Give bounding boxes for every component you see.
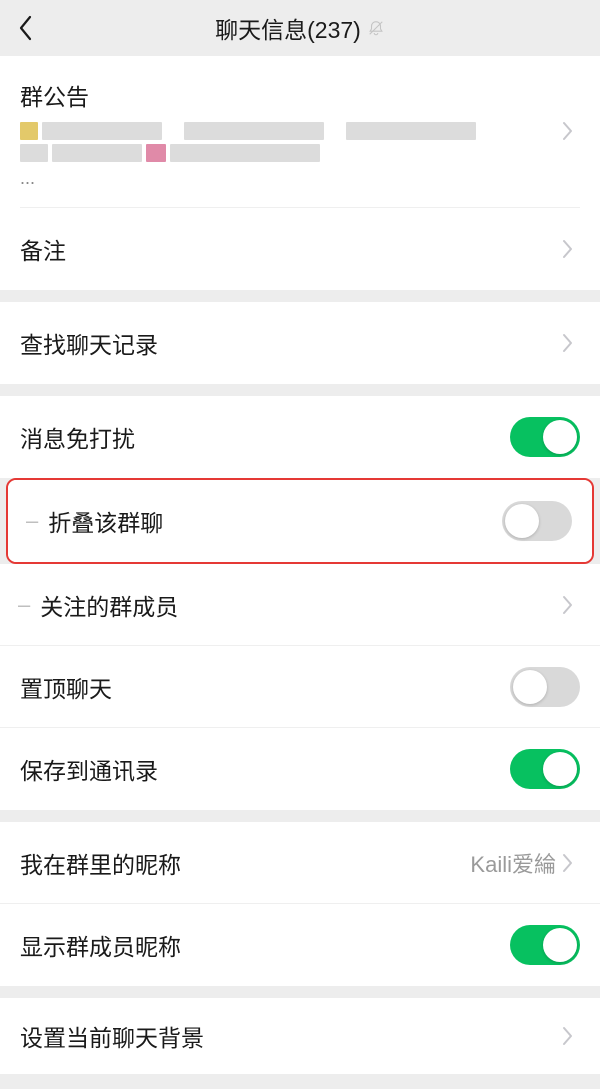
sticky-on-top-label: 置顶聊天 <box>20 670 112 704</box>
watched-members-row[interactable]: – 关注的群成员 <box>0 564 600 646</box>
group-notice-row[interactable]: 群公告 ... <box>0 56 600 207</box>
my-alias-label: 我在群里的昵称 <box>20 846 181 880</box>
blurred-notice-line <box>20 122 552 140</box>
chevron-right-icon <box>562 596 580 614</box>
chevron-right-icon <box>562 854 580 872</box>
chevron-right-icon <box>562 1027 580 1045</box>
show-nicknames-label: 显示群成员昵称 <box>20 928 181 962</box>
save-contacts-label: 保存到通讯录 <box>20 752 158 786</box>
fold-group-label: 折叠该群聊 <box>48 504 163 538</box>
chevron-right-icon <box>562 240 580 258</box>
remark-row[interactable]: 备注 <box>0 208 600 290</box>
dash-icon: – <box>26 508 38 534</box>
watched-members-label: 关注的群成员 <box>40 588 178 622</box>
remark-label: 备注 <box>20 232 66 266</box>
chevron-right-icon <box>562 122 580 140</box>
back-button[interactable] <box>12 14 40 42</box>
fold-group-toggle[interactable] <box>502 501 572 541</box>
group-notice-label: 群公告 <box>20 78 552 112</box>
save-contacts-toggle[interactable] <box>510 749 580 789</box>
callout-fold-group: – 折叠该群聊 <box>6 478 594 564</box>
save-contacts-row[interactable]: 保存到通讯录 <box>0 728 600 810</box>
my-alias-value: Kaili爱綸 <box>181 847 556 879</box>
bell-mute-icon <box>367 19 385 37</box>
search-history-row[interactable]: 查找聊天记录 <box>0 302 600 384</box>
my-alias-row[interactable]: 我在群里的昵称 Kaili爱綸 <box>0 822 600 904</box>
dash-icon: – <box>18 592 30 618</box>
fold-group-row[interactable]: – 折叠该群聊 <box>8 480 592 562</box>
sticky-on-top-toggle[interactable] <box>510 667 580 707</box>
mute-messages-row[interactable]: 消息免打扰 <box>0 396 600 478</box>
mute-messages-toggle[interactable] <box>510 417 580 457</box>
search-history-label: 查找聊天记录 <box>20 326 158 360</box>
chat-background-row[interactable]: 设置当前聊天背景 <box>0 998 600 1074</box>
show-nicknames-toggle[interactable] <box>510 925 580 965</box>
blurred-notice-line <box>20 144 552 162</box>
header-bar: 聊天信息(237) <box>0 0 600 56</box>
mute-messages-label: 消息免打扰 <box>20 420 135 454</box>
show-nicknames-row[interactable]: 显示群成员昵称 <box>0 904 600 986</box>
chat-background-label: 设置当前聊天背景 <box>20 1019 204 1053</box>
sticky-on-top-row[interactable]: 置顶聊天 <box>0 646 600 728</box>
chevron-left-icon <box>18 15 34 41</box>
chevron-right-icon <box>562 334 580 352</box>
ellipsis: ... <box>20 168 552 189</box>
page-title: 聊天信息(237) <box>215 11 361 45</box>
